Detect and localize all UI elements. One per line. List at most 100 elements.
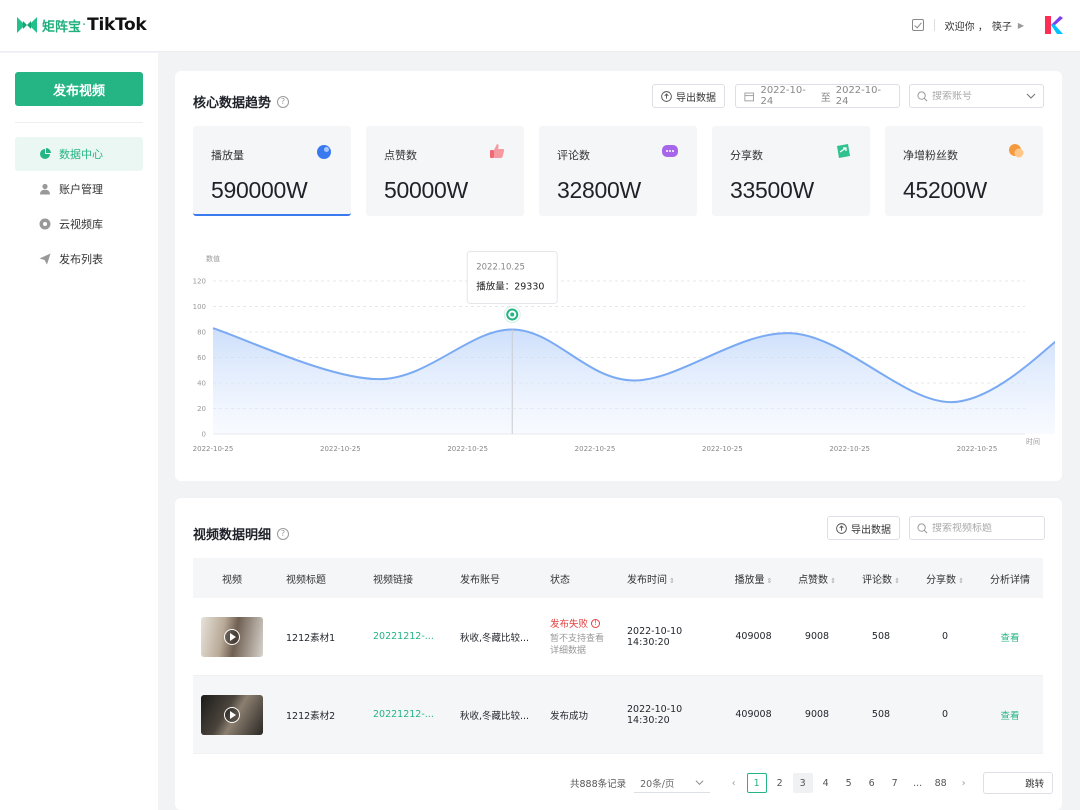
sort-icon[interactable]: ⇕ — [830, 577, 836, 585]
section-title-detail: 视频数据明细 ? — [193, 524, 290, 543]
jump-page-input[interactable]: 跳转 — [983, 772, 1054, 794]
col-label: 分享数 — [926, 574, 957, 586]
sidebar: 发布视频 数据中心 账户管理 云视频库 发布列表 — [0, 53, 158, 810]
video-title-search[interactable] — [909, 516, 1045, 540]
thumbs-up-icon — [490, 144, 505, 158]
account-search-select[interactable] — [909, 84, 1044, 108]
sidebar-item-data-center[interactable]: 数据中心 — [15, 137, 143, 171]
jump-label: 跳转 — [1025, 779, 1045, 790]
welcome-text: 欢迎你 ， — [944, 21, 988, 33]
col-header-shares[interactable]: 分享数 ⇕ — [913, 571, 977, 586]
shares: 0 — [941, 709, 949, 720]
plays: 409008 — [735, 631, 772, 642]
view-details-link[interactable]: 查看 — [977, 630, 1043, 644]
sort-icon[interactable]: ⇕ — [894, 577, 900, 585]
pie-chart-icon — [39, 148, 51, 160]
sidebar-item-account[interactable]: 账户管理 — [15, 172, 143, 206]
page-3[interactable]: 3 — [792, 773, 813, 793]
publish-account: 秋收,冬藏比较... — [460, 632, 530, 644]
col-header-plays[interactable]: 播放量 ⇕ — [722, 571, 785, 586]
logo-text-cn: 矩阵宝 — [42, 19, 82, 35]
prev-page-button[interactable]: ‹ — [724, 773, 744, 793]
video-search-input[interactable] — [932, 522, 1037, 534]
page-size-select[interactable]: 20条/页 — [634, 773, 711, 793]
comments: 508 — [871, 709, 891, 720]
col-header-link: 视频链接 — [373, 574, 413, 586]
trend-line-chart[interactable]: 0 20 40 60 80 100 120 数值时间 2022-10-25 2022-10-25 2… — [185, 246, 1055, 461]
page-ellipsis[interactable]: ... — [908, 773, 928, 793]
avatar[interactable] — [1042, 14, 1064, 36]
y-axis-label: 数值 — [206, 254, 220, 263]
sidebar-item-cloud-video[interactable]: 云视频库 — [15, 207, 143, 241]
video-thumbnail[interactable] — [201, 616, 263, 657]
stat-card-fans[interactable]: 净增粉丝数 45200W — [885, 126, 1043, 216]
video-cell — [193, 616, 271, 657]
page-7[interactable]: 7 — [885, 773, 905, 793]
video-link[interactable]: 20221212-... — [358, 631, 445, 642]
page-2[interactable]: 2 — [770, 773, 790, 793]
view-details-link[interactable]: 查看 — [977, 708, 1043, 722]
page-5[interactable]: 5 — [839, 773, 859, 793]
stat-card-likes[interactable]: 点赞数 50000W — [366, 126, 524, 216]
col-header-comments[interactable]: 评论数 ⇕ — [849, 571, 913, 586]
section-title-trend: 核心数据趋势 ? — [193, 92, 290, 111]
stat-card-shares[interactable]: 分享数 33500W — [712, 126, 870, 216]
app-logo[interactable]: 矩阵宝 · TikTok — [16, 15, 147, 35]
video-link[interactable]: 20221212-... — [358, 709, 445, 720]
export-detail-button[interactable]: 导出数据 — [827, 516, 900, 540]
play-stat-icon — [317, 145, 331, 159]
sidebar-menu: 数据中心 账户管理 云视频库 发布列表 — [15, 137, 143, 277]
stat-card-comments[interactable]: 评论数 32800W — [539, 126, 697, 216]
x-tick-label: 2022-10-25 — [957, 445, 998, 453]
divider — [933, 19, 935, 31]
page-4[interactable]: 4 — [816, 773, 836, 793]
share-icon — [837, 144, 850, 158]
publish-video-button[interactable]: 发布视频 — [15, 72, 143, 106]
col-header-time[interactable]: 发布时间 ⇕ — [612, 571, 722, 586]
warning-icon: ! — [591, 618, 601, 628]
caret-right-icon[interactable]: ▶ — [1018, 21, 1024, 30]
play-icon[interactable] — [224, 628, 240, 645]
play-icon[interactable] — [224, 706, 240, 723]
col-header-likes[interactable]: 点赞数 ⇕ — [785, 571, 849, 586]
status-note: 暂不支持查看详细数据 — [550, 634, 605, 656]
help-icon[interactable]: ? — [277, 527, 290, 540]
col-label: 播放量 — [734, 574, 765, 586]
stat-card-plays[interactable]: 播放量 590000W — [193, 126, 351, 216]
todo-icon[interactable] — [911, 19, 924, 31]
y-tick-label: 0 — [202, 431, 206, 439]
next-page-button[interactable]: › — [954, 773, 974, 793]
user-area: 欢迎你 ， 筷子 ▶ — [911, 14, 1064, 36]
col-header-analysis: 分析详情 — [990, 574, 1030, 586]
fans-icon — [1009, 144, 1024, 158]
sort-icon[interactable]: ⇕ — [669, 577, 675, 585]
chevron-down-icon[interactable] — [1026, 91, 1036, 101]
logo-text-brand: TikTok — [87, 15, 147, 35]
page-6[interactable]: 6 — [862, 773, 882, 793]
page-1[interactable]: 1 — [746, 773, 767, 793]
export-data-button[interactable]: 导出数据 — [652, 84, 725, 108]
sidebar-divider — [15, 122, 143, 123]
table-row: 1212素材2 20221212-... 秋收,冬藏比较... 发布成功 202… — [193, 676, 1043, 754]
stat-label: 净增粉丝数 — [903, 149, 958, 162]
publish-account: 秋收,冬藏比较... — [460, 710, 530, 722]
col-label: 发布时间 — [627, 574, 667, 586]
video-data-table: 视频 视频标题 视频链接 发布账号 状态 发布时间 ⇕ 播放量 ⇕ 点赞数 ⇕ 评论数… — [193, 558, 1043, 754]
date-start: 2022-10-24 — [760, 85, 806, 107]
status-text: 发布成功 — [550, 710, 589, 722]
core-trend-panel: 核心数据趋势 ? 导出数据 2022-10-24 至 2022-10-24 播放… — [175, 71, 1062, 481]
page-88[interactable]: 88 — [931, 773, 951, 793]
sidebar-item-publish-list[interactable]: 发布列表 — [15, 242, 143, 276]
tooltip-date: 2022.10.25 — [476, 262, 525, 272]
sort-icon[interactable]: ⇕ — [958, 577, 964, 585]
date-range-picker[interactable]: 2022-10-24 至 2022-10-24 — [735, 84, 900, 108]
sort-icon[interactable]: ⇕ — [767, 577, 773, 585]
video-thumbnail[interactable] — [201, 694, 263, 735]
send-icon — [39, 253, 51, 265]
status-text: 发布失败 — [550, 619, 589, 630]
video-library-icon — [39, 218, 51, 230]
help-icon[interactable]: ? — [277, 95, 290, 108]
account-search-input[interactable] — [932, 90, 1026, 102]
user-name[interactable]: 筷子 — [992, 18, 1012, 33]
x-tick-label: 2022-10-25 — [702, 445, 743, 453]
